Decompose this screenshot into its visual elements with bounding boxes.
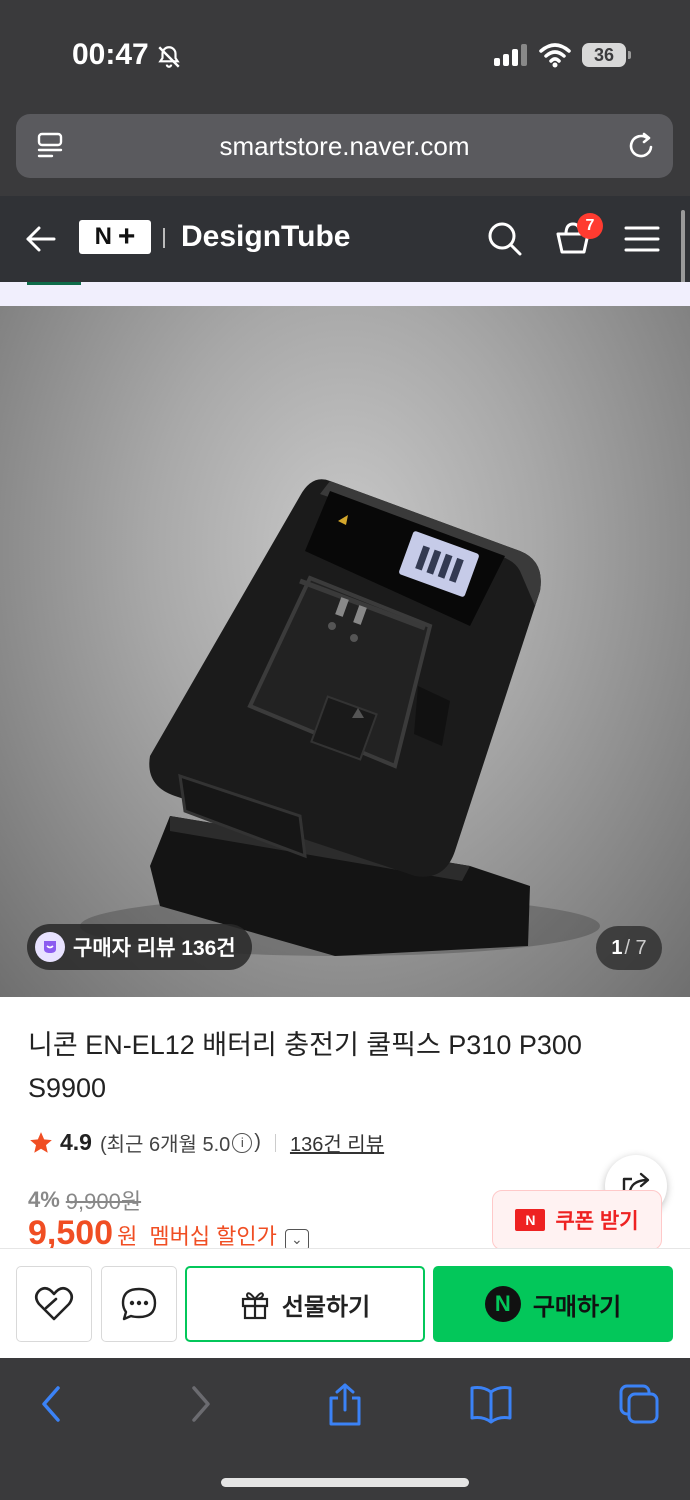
address-bar[interactable]: smartstore.naver.com [16,114,673,178]
tabs-overview-icon[interactable] [618,1382,660,1426]
original-price: 9,900원 [65,1189,142,1214]
cart-count-badge: 7 [577,213,603,239]
wishlist-button[interactable] [16,1266,92,1342]
original-price-row: 4% 9,900원 [28,1184,141,1216]
hamburger-menu-icon[interactable] [624,225,660,253]
cellular-signal-icon [494,44,527,66]
store-header: N + DesignTube 7 [0,196,690,282]
browser-forward-icon[interactable] [186,1382,216,1426]
price-label: 멤버십 할인가 [149,1224,277,1249]
review-count-link[interactable]: 136건 리뷰 [290,1128,384,1157]
current-page: 1 [611,936,623,959]
heart-icon [34,1286,74,1321]
recent-rating: (최근 6개월 5.0 [99,1134,231,1156]
url-text[interactable]: smartstore.naver.com [16,131,673,162]
reload-icon[interactable] [627,130,657,162]
browser-share-icon[interactable] [326,1382,364,1428]
image-page-indicator: 1 / 7 [596,926,662,970]
category-strip [0,282,690,306]
search-icon[interactable] [486,220,524,258]
strip-indicator [27,282,81,285]
home-indicator[interactable] [221,1478,469,1487]
review-avatar-icon [35,932,65,962]
bookmarks-icon[interactable] [469,1382,513,1426]
product-title: 니콘 EN-EL12 배터리 충전기 쿨픽스 P310 P300 S9900 [28,1030,582,1103]
gift-button[interactable]: 선물하기 [185,1266,425,1342]
wifi-icon [539,43,571,68]
discount-rate: 4% [28,1187,60,1212]
naver-coupon-logo: N [515,1209,546,1231]
store-name[interactable]: DesignTube [181,220,350,254]
header-divider [163,228,165,248]
battery-tip [628,51,631,59]
price-unit: 원 [117,1224,138,1249]
chat-bubble-icon [121,1287,157,1321]
gift-icon [241,1292,268,1320]
browser-back-icon[interactable] [36,1382,66,1426]
status-time: 00:47 [72,38,149,71]
rating-row: 4.9 (최근 6개월 5.0 i ) 136건 리뷰 [28,1128,384,1157]
talk-talk-button[interactable] [101,1266,177,1342]
naver-pay-logo: N [484,1286,521,1322]
star-icon [30,1131,52,1153]
recent-rating-close: ) [254,1131,261,1153]
gift-label: 선물하기 [281,1293,371,1321]
coupon-button[interactable]: N 쿠폰 받기 [492,1190,662,1250]
rating-separator [274,1133,276,1152]
buy-label: 구매하기 [532,1293,622,1321]
naver-plus-logo[interactable]: N + [79,220,151,254]
back-arrow-icon[interactable] [24,222,58,256]
browser-chrome-top: 00:47 36 smartstore.naver.com [0,0,690,196]
review-badge-text: 구매자 리뷰 136건 [73,937,236,960]
bell-muted-icon [158,46,180,68]
battery-level: 36 [582,43,626,67]
coupon-label: 쿠폰 받기 [555,1210,639,1233]
buyer-review-badge[interactable]: 구매자 리뷰 136건 [27,924,252,970]
buy-button[interactable]: N 구매하기 [433,1266,673,1342]
rating-score: 4.9 [60,1129,92,1155]
product-image-gallery[interactable]: 구매자 리뷰 136건 1 / 7 [0,306,690,997]
logo-n: N [94,223,112,250]
total-pages: / 7 [624,936,647,959]
info-icon[interactable]: i [232,1132,253,1153]
logo-plus: + [117,220,136,253]
purchase-action-bar: 선물하기 N 구매하기 [0,1248,690,1358]
product-photo-charger [80,479,600,956]
